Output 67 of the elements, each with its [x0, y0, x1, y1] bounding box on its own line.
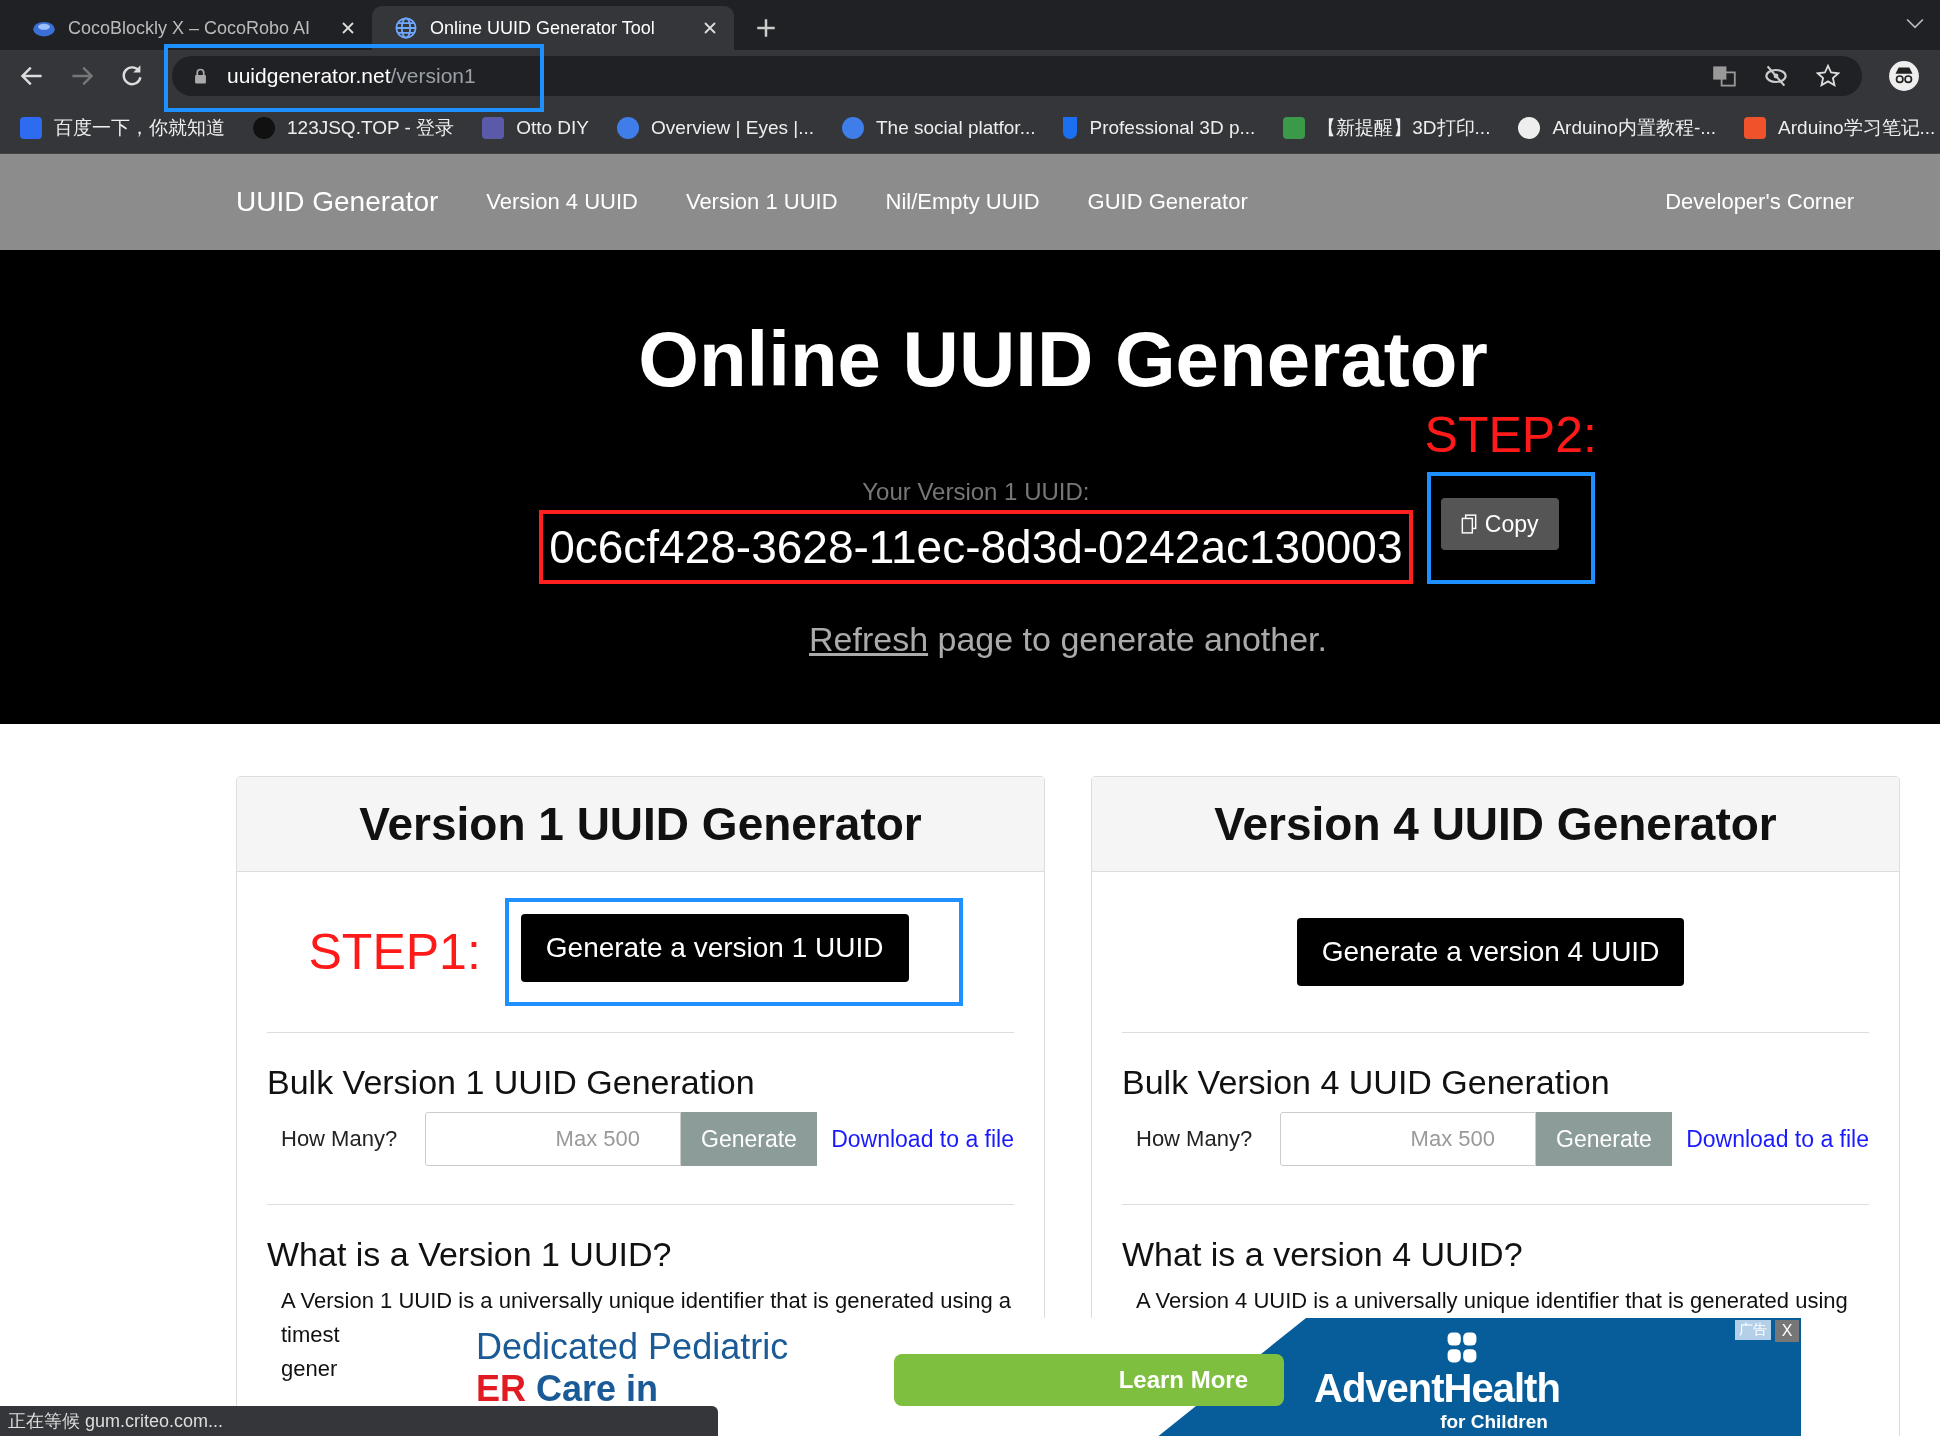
translate-icon[interactable] [1712, 64, 1736, 88]
ad-subline: Care in [536, 1368, 659, 1409]
copy-icon [1460, 514, 1477, 534]
step-note: STEP1: [308, 923, 481, 981]
uuid-label: Your Version 1 UUID: [862, 478, 1090, 506]
refresh-link[interactable]: Refresh [809, 620, 929, 658]
ad-brand: AdventHealth [1314, 1366, 1560, 1411]
ad-headline: Dedicated Pediatric [476, 1326, 789, 1368]
bookmark-item[interactable]: Otto DIY [482, 116, 590, 139]
section-heading: What is a version 4 UUID? [1122, 1235, 1524, 1274]
paragraph-text: A Version 1 UUID is a universally unique identifier that is generated using a [281, 1287, 1012, 1315]
section-heading: What is a Version 1 UUID? [267, 1235, 673, 1274]
browser-tab[interactable]: CocoBlockly X – CocoRobo AI [10, 6, 372, 50]
address-field[interactable]: uuidgenerator.net/version1 [172, 56, 1862, 96]
card-title: Version 4 UUID Generator [1214, 797, 1777, 851]
bookmark-item[interactable]: Arduino学习笔记... [1744, 114, 1936, 141]
bookmark-icon [1283, 116, 1306, 139]
refresh-text: page to generate another. [937, 620, 1327, 658]
bookmark-icon [842, 116, 864, 139]
incognito-icon[interactable] [1888, 60, 1920, 92]
browser-tab[interactable]: Online UUID Generator Tool [372, 6, 734, 50]
quantity-field[interactable]: Max 500 [425, 1112, 681, 1166]
section-heading: Bulk Version 4 UUID Generation [1122, 1063, 1611, 1102]
paragraph-text: timest [281, 1321, 340, 1349]
bookmark-icon [1518, 116, 1541, 139]
close-button[interactable]: X [1775, 1320, 1799, 1342]
ad-tag: 广告 [1735, 1320, 1771, 1340]
how-many-label: How Many? [281, 1126, 399, 1152]
paragraph-text: gener [281, 1355, 338, 1383]
star-icon[interactable] [1816, 64, 1840, 88]
globe-icon [394, 16, 418, 40]
bookmark-icon [482, 116, 505, 139]
status-tooltip: 正在等候 gum.criteo.com... [0, 1406, 718, 1436]
paragraph-text: A Version 4 UUID is a universally unique identifier that is generated using [1136, 1287, 1848, 1315]
chevron-down-icon[interactable] [1906, 18, 1924, 30]
bookmark-item[interactable]: Arduino内置教程-... [1518, 114, 1717, 141]
uuid-value: 0c6cf428-3628-11ec-8d3d-0242ac130003 [539, 510, 1413, 584]
bookmark-icon [1063, 116, 1078, 139]
bookmark-icon [617, 116, 640, 139]
bookmark-icon [253, 116, 275, 139]
eye-slash-icon[interactable] [1764, 64, 1788, 88]
section-heading: Bulk Version 1 UUID Generation [267, 1063, 756, 1102]
copy-button[interactable]: Copy [1440, 498, 1559, 550]
bookmark-item[interactable]: 【新提醒】3D打印... [1283, 114, 1491, 141]
bookmark-item[interactable]: 123JSQ.TOP - 登录 [253, 114, 455, 141]
bookmark-item[interactable]: Professional 3D p... [1063, 116, 1256, 139]
card-title: Version 1 UUID Generator [359, 797, 922, 851]
page-title: Online UUID Generator [638, 320, 1488, 398]
generate-button[interactable]: Generate a version 4 UUID [1296, 918, 1685, 986]
reload-icon[interactable] [120, 64, 144, 88]
bookmark-item[interactable]: 百度一下，你就知道 [20, 114, 225, 141]
bookmark-icon [20, 116, 42, 139]
download-link[interactable]: Download to a file [1686, 1125, 1869, 1153]
quantity-field[interactable]: Max 500 [1280, 1112, 1536, 1166]
bookmark-icon [1744, 116, 1767, 139]
forward-icon[interactable] [70, 64, 94, 88]
step-note: STEP2: [1424, 406, 1597, 464]
bookmark-item[interactable]: The social platfor... [842, 116, 1036, 139]
new-tab-icon[interactable] [756, 18, 776, 38]
download-link[interactable]: Download to a file [831, 1125, 1014, 1153]
lock-icon [194, 68, 207, 84]
ad-highlight: ER [476, 1368, 526, 1409]
back-icon[interactable] [20, 64, 44, 88]
bookmark-item[interactable]: Overview | Eyes |... [617, 116, 814, 139]
ad-brand-subtitle: for Children [1440, 1411, 1548, 1433]
generate-button[interactable]: Generate a version 1 UUID [520, 914, 909, 982]
how-many-label: How Many? [1136, 1126, 1254, 1152]
